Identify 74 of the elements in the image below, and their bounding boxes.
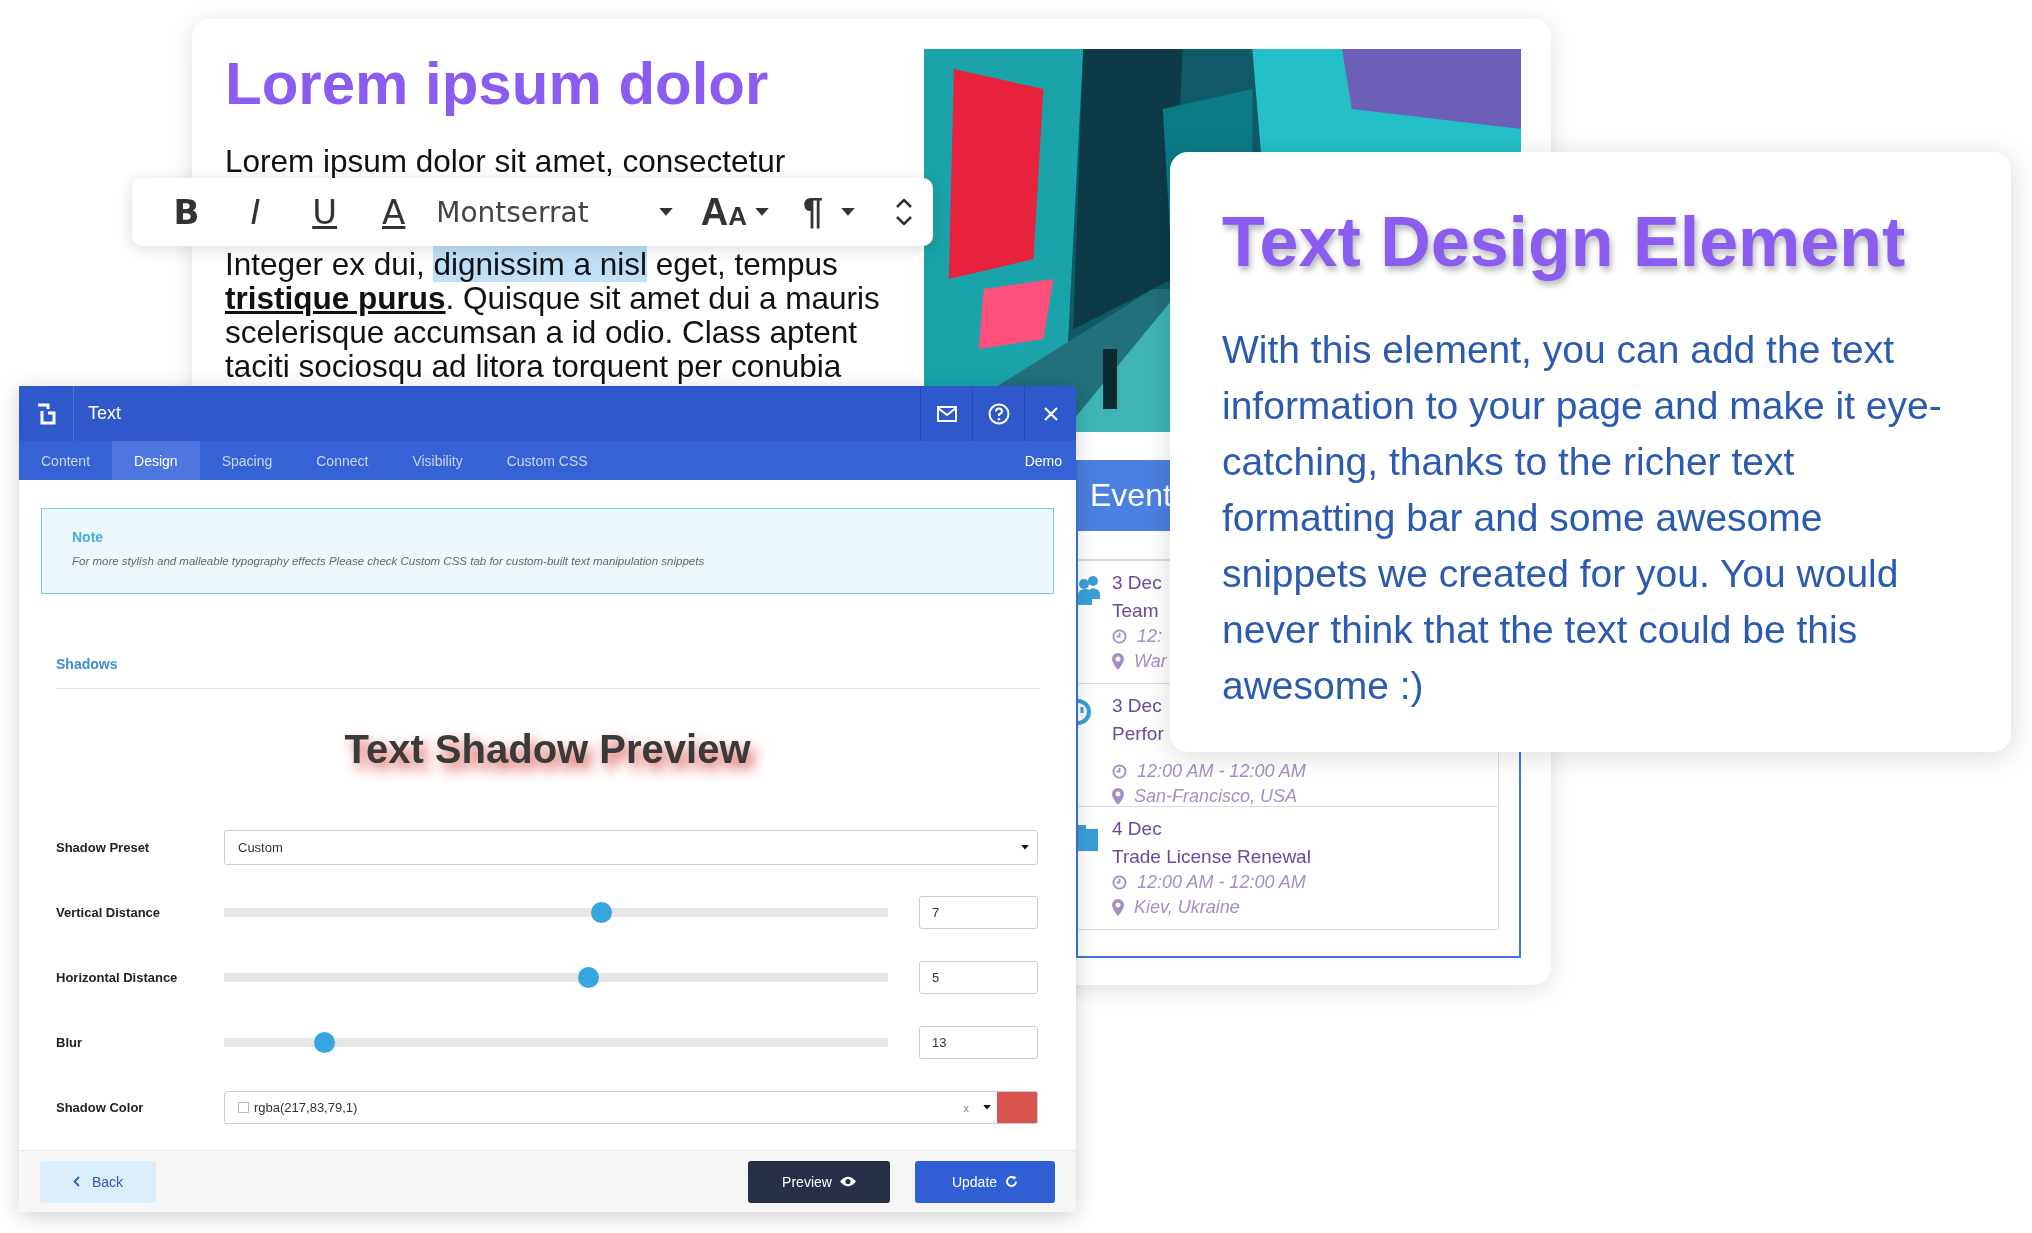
caret-icon (983, 1105, 991, 1110)
shadow-preview-text: Text Shadow Preview (344, 727, 751, 771)
event-time: 12: (1137, 625, 1163, 648)
field-label: Shadow Color (56, 1100, 145, 1115)
section-title: Shadows (56, 656, 118, 672)
refresh-icon (1005, 1175, 1019, 1188)
field-label: Blur (56, 1035, 83, 1050)
event-date: 3 Dec (1112, 694, 1162, 718)
article-title: Lorem ipsum dolor (225, 49, 769, 118)
logo-icon (36, 402, 56, 425)
people-icon (1078, 575, 1100, 605)
font-size-button[interactable]: AA (700, 190, 769, 234)
event-location: Kiev, Ukraine (1134, 896, 1240, 919)
event-name[interactable]: Trade License Renewal (1112, 845, 1311, 869)
preset-dropdown[interactable]: Custom (224, 830, 1038, 865)
preview-button[interactable]: Preview (748, 1160, 890, 1203)
feature-title: Text Design Element (1222, 202, 1906, 282)
number-field[interactable]: 5 (919, 961, 1038, 994)
caret-icon (755, 208, 769, 216)
event-location: San-Francisco, USA (1134, 785, 1298, 808)
location-pin-icon (1112, 899, 1124, 916)
event-name[interactable]: Perfor (1112, 722, 1164, 746)
caret-icon (658, 208, 673, 216)
field-label: Vertical Distance (56, 905, 162, 920)
eye-icon (839, 1176, 856, 1187)
format-button[interactable]: A (359, 192, 429, 232)
event-date: 3 Dec (1112, 571, 1162, 595)
format-button[interactable]: I (221, 192, 291, 232)
caret-icon (841, 208, 855, 216)
panel-title: Text (88, 403, 122, 424)
paragraph-button[interactable]: ¶ (803, 191, 855, 233)
color-swatch[interactable] (997, 1092, 1037, 1123)
tab[interactable]: Connect (294, 441, 391, 480)
update-button[interactable]: Update (915, 1160, 1055, 1203)
font-dropdown[interactable]: Montserrat (428, 195, 681, 229)
back-button[interactable]: Back (40, 1160, 156, 1203)
tab[interactable]: Custom CSS (484, 441, 610, 480)
article-text: Lorem ipsum dolor sit amet, consectetur (225, 143, 786, 180)
number-field[interactable]: 13 (919, 1026, 1038, 1059)
format-button[interactable]: U (290, 192, 360, 232)
location-pin-icon (1112, 653, 1124, 670)
mail-icon (936, 405, 957, 422)
demo-link[interactable]: Demo (1024, 452, 1076, 469)
note-text: For more stylish and malleable typography effects Please check Custom CSS tab for custom-built text manipulation snippets (72, 555, 705, 567)
location-pin-icon (1112, 788, 1124, 805)
tab[interactable]: Content (19, 441, 113, 480)
clock-icon (1112, 764, 1127, 779)
slider-thumb[interactable] (590, 902, 612, 923)
clock-icon (1112, 629, 1127, 644)
format-button[interactable]: B (152, 192, 222, 232)
number-field[interactable]: 7 (919, 896, 1038, 929)
slider-thumb[interactable] (577, 967, 599, 988)
clock-icon (1112, 875, 1127, 890)
chevron-left-icon (72, 1176, 80, 1187)
slider-thumb[interactable] (314, 1032, 335, 1053)
field-label: Shadow Preset (56, 840, 151, 855)
field-label: Horizontal Distance (56, 970, 179, 985)
color-field[interactable]: rgba(217,83,79,1) x (224, 1091, 1038, 1124)
note-title: Note (72, 529, 104, 545)
caret-icon (1021, 845, 1029, 850)
tab[interactable]: Spacing (199, 441, 295, 480)
tab[interactable]: Design (112, 441, 200, 480)
close-icon (1042, 405, 1059, 422)
feature-description: With this element, you can add the text information to your page and make it eye-catching, thanks to the richer text formatting bar and some awesome snippets we created for you. You would never think that the text could be this awesome :) (1222, 327, 1943, 709)
up-down-chevron-icon[interactable] (895, 197, 913, 227)
article-paragraph: Integer ex dui, dignissim a nisl eget, tempus tristique purus. Quisque sit amet dui a mauris scelerisque accumsan a id odio. Class aptent taciti sociosqu ad litora torquent per conubia (225, 247, 880, 383)
event-time: 12:00 AM - 12:00 AM (1137, 760, 1306, 783)
event-name[interactable]: Team (1112, 599, 1159, 623)
event-time: 12:00 AM - 12:00 AM (1137, 871, 1306, 894)
event-location: War (1134, 650, 1167, 673)
checkbox[interactable] (238, 1102, 249, 1113)
event-date: 4 Dec (1112, 817, 1162, 841)
help-icon (987, 402, 1010, 425)
tab[interactable]: Visibility (390, 441, 485, 480)
